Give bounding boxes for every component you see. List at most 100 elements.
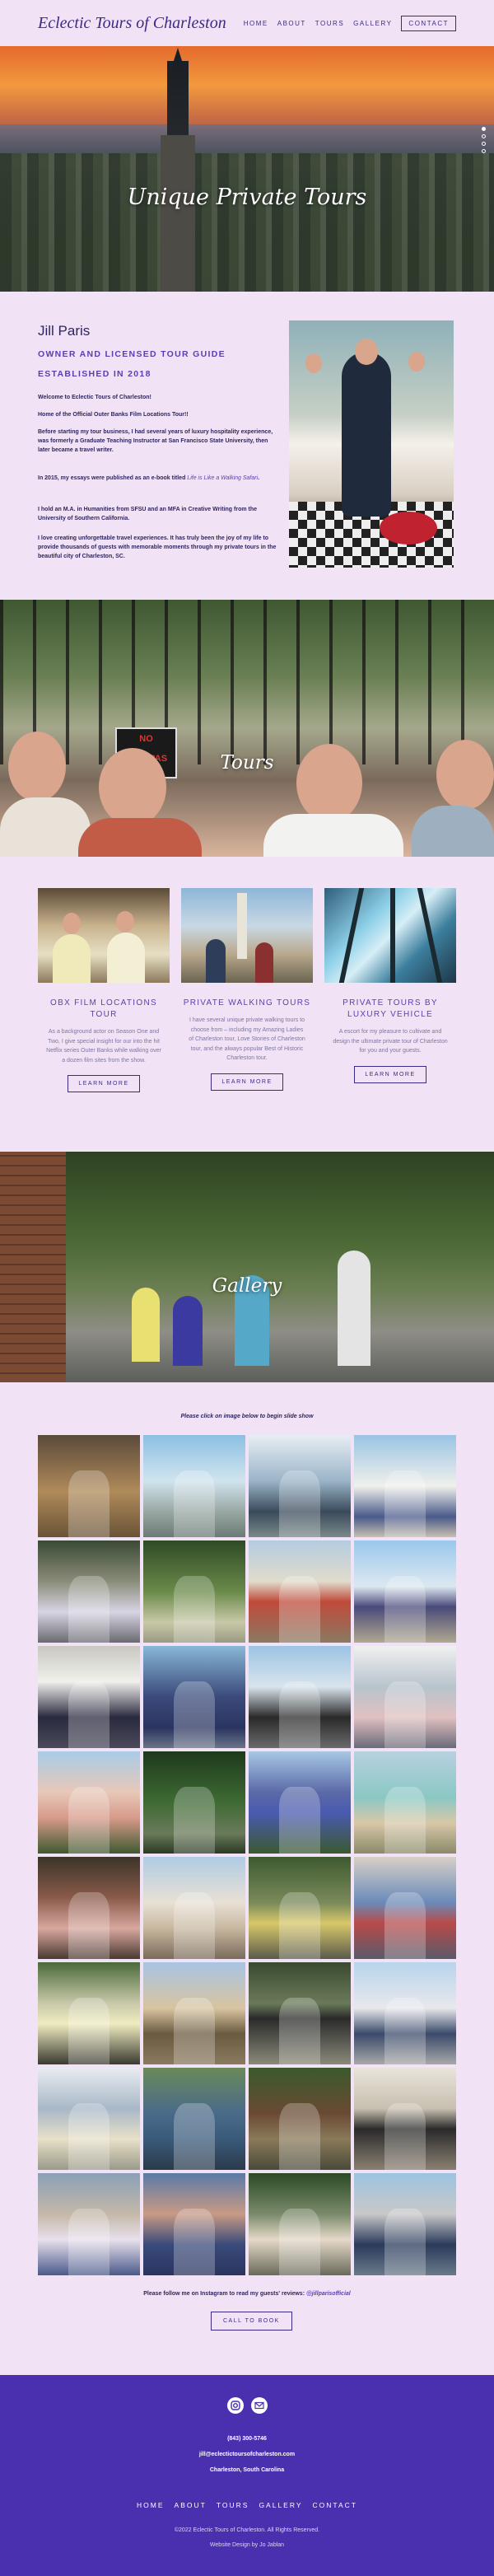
tours-banner-title: Tours [220, 752, 274, 774]
slide-dot-2[interactable] [482, 134, 486, 138]
main-nav: HOME ABOUT TOURS GALLERY CONTACT [244, 15, 456, 31]
gallery-banner: Gallery [0, 1152, 494, 1382]
nav-gallery[interactable]: GALLERY [353, 20, 392, 27]
learn-more-walking-button[interactable]: LEARN MORE [211, 1073, 283, 1091]
about-home-of: Home of the Official Outer Banks Film Lo… [38, 412, 189, 418]
site-header: Eclectic Tours of Charleston HOME ABOUT … [0, 0, 494, 46]
gallery-image[interactable] [354, 2068, 456, 2170]
nav-tours[interactable]: TOURS [315, 20, 344, 27]
tour-image-luxury[interactable] [324, 888, 456, 983]
gallery-image[interactable] [143, 1646, 245, 1748]
gallery-image[interactable] [143, 1962, 245, 2064]
instagram-link[interactable]: @jillparisofficial [306, 2291, 351, 2297]
about-background: Before starting my tour business, I had … [38, 429, 273, 453]
gallery-image[interactable] [38, 2068, 140, 2170]
gallery-image[interactable] [249, 1646, 351, 1748]
gallery-image[interactable] [249, 1962, 351, 2064]
gallery-image[interactable] [143, 2173, 245, 2275]
slide-dot-4[interactable] [482, 149, 486, 153]
gallery-image[interactable] [143, 1751, 245, 1854]
tour-card-obx: OBX FILM LOCATIONS TOUR As a background … [38, 888, 170, 1093]
hero-slideshow[interactable]: Unique Private Tours [0, 46, 494, 292]
hero-church-steeple [161, 48, 195, 292]
instagram-icon[interactable] [226, 2397, 244, 2414]
footer-nav: HOME ABOUT TOURS GALLERY CONTACT [0, 2501, 494, 2509]
gallery-banner-title: Gallery [212, 1275, 282, 1297]
about-name: Jill Paris [38, 323, 91, 339]
gallery-image[interactable] [38, 1435, 140, 1537]
tour-image-walking[interactable] [181, 888, 313, 983]
slide-dot-3[interactable] [482, 142, 486, 146]
footer-email[interactable]: jill@eclectictoursofcharleston.com [0, 2452, 494, 2457]
learn-more-luxury-button[interactable]: LEARN MORE [354, 1065, 426, 1083]
footer-nav-gallery[interactable]: GALLERY [259, 2501, 302, 2509]
footer-nav-about[interactable]: ABOUT [175, 2501, 207, 2509]
gallery-image[interactable] [354, 2173, 456, 2275]
iron-fence [0, 600, 494, 764]
about-welcome: Welcome to Eclectic Tours of Charleston! [38, 395, 151, 400]
tour-card-walking: PRIVATE WALKING TOURS I have several uni… [181, 888, 313, 1091]
footer-nav-home[interactable]: HOME [137, 2501, 165, 2509]
tour-text-walking: I have several unique private walking to… [189, 1017, 305, 1062]
learn-more-obx-button[interactable]: LEARN MORE [68, 1075, 140, 1093]
gallery-image[interactable] [143, 1435, 245, 1537]
gallery-section: Please click on image below to begin sli… [0, 1382, 494, 2375]
gallery-image[interactable] [354, 1962, 456, 2064]
tour-card-luxury: PRIVATE TOURS BY LUXURY VEHICLE A escort… [324, 888, 456, 1083]
about-ebook: In 2015, my essays were published as an … [38, 475, 260, 481]
gallery-image[interactable] [143, 2068, 245, 2170]
ebook-link[interactable]: Life is Like a Walking Safari [187, 475, 258, 481]
nav-about[interactable]: ABOUT [277, 20, 306, 27]
gallery-image[interactable] [249, 1435, 351, 1537]
gallery-caption: Please click on image below to begin sli… [180, 1414, 314, 1419]
gallery-image[interactable] [354, 1646, 456, 1748]
hero-harbor [0, 124, 494, 157]
gallery-image[interactable] [38, 1857, 140, 1959]
gallery-image[interactable] [143, 1857, 245, 1959]
footer-copyright: ©2022 Eclectic Tours of Charleston. All … [174, 2527, 320, 2533]
tours-banner: NO TRESPAS Tours [0, 600, 494, 857]
tour-text-luxury: A escort for my pleasure to cultivate an… [333, 1029, 448, 1054]
email-icon[interactable] [250, 2397, 268, 2414]
about-section: Jill Paris OWNER AND LICENSED TOUR GUIDE… [0, 292, 494, 600]
gallery-image[interactable] [38, 1962, 140, 2064]
call-to-book-button[interactable]: CALL TO BOOK [211, 2312, 292, 2331]
about-joy: I love creating unforgettable travel exp… [38, 535, 277, 559]
about-photo [289, 320, 454, 568]
tour-image-obx[interactable] [38, 888, 170, 983]
tour-title-obx: OBX FILM LOCATIONS TOUR [50, 998, 157, 1019]
gallery-image[interactable] [249, 2173, 351, 2275]
tour-title-luxury: PRIVATE TOURS BY LUXURY VEHICLE [343, 998, 438, 1019]
gallery-image[interactable] [354, 1751, 456, 1854]
gallery-image[interactable] [38, 1540, 140, 1643]
nav-home[interactable]: HOME [244, 20, 268, 27]
nav-contact-button[interactable]: CONTACT [401, 15, 456, 31]
tour-text-obx: As a background actor on Season One and … [46, 1029, 161, 1064]
site-logo[interactable]: Eclectic Tours of Charleston [38, 14, 226, 33]
gallery-image[interactable] [249, 1751, 351, 1854]
gallery-image[interactable] [38, 1646, 140, 1748]
gallery-image[interactable] [38, 1751, 140, 1854]
hero-title: Unique Private Tours [127, 185, 367, 210]
footer-nav-tours[interactable]: TOURS [217, 2501, 249, 2509]
gallery-image[interactable] [354, 1857, 456, 1959]
gallery-image[interactable] [354, 1540, 456, 1643]
slide-dot-1[interactable] [482, 127, 486, 131]
footer-city: Charleston, South Carolina [209, 2467, 285, 2473]
footer-phone[interactable]: (843) 300-5746 [0, 2436, 494, 2442]
gallery-image[interactable] [249, 2068, 351, 2170]
gallery-image[interactable] [249, 1540, 351, 1643]
hero-city-rooftops [0, 153, 494, 292]
tours-section: OBX FILM LOCATIONS TOUR As a background … [0, 857, 494, 1152]
footer-nav-contact[interactable]: CONTACT [313, 2501, 357, 2509]
gallery-grid [38, 1435, 456, 2275]
about-subtitle-role: OWNER AND LICENSED TOUR GUIDE [38, 349, 226, 359]
brick-wall [0, 1152, 66, 1382]
gallery-image[interactable] [38, 2173, 140, 2275]
about-education: I hold an M.A. in Humanities from SFSU a… [38, 507, 258, 521]
gallery-image[interactable] [143, 1540, 245, 1643]
about-subtitle-established: ESTABLISHED IN 2018 [38, 369, 151, 379]
gallery-image[interactable] [354, 1435, 456, 1537]
gallery-image[interactable] [249, 1857, 351, 1959]
slide-indicators [482, 127, 486, 153]
